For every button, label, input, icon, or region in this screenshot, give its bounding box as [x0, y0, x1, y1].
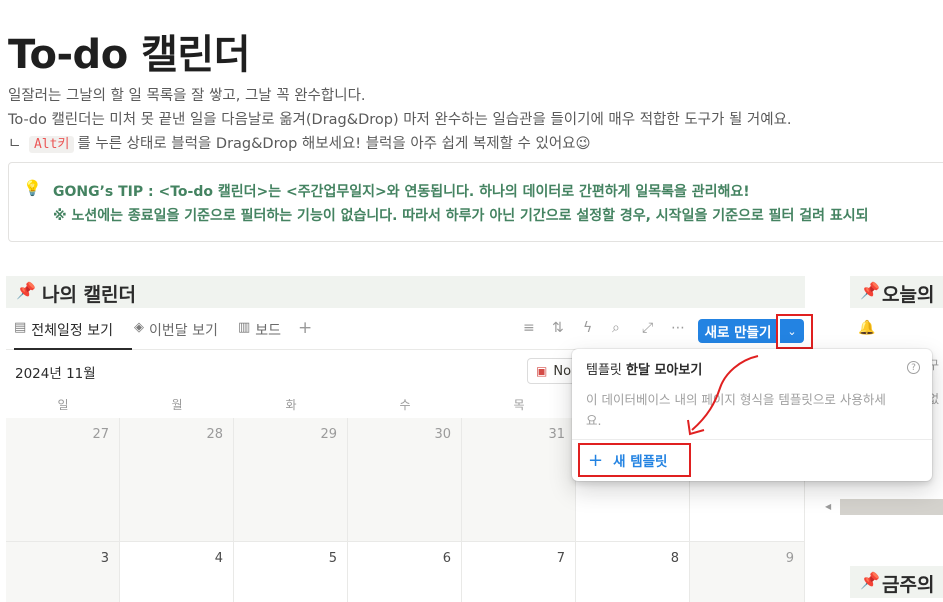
day-cell[interactable]: 9: [690, 542, 805, 602]
expand-icon[interactable]: ⤢: [642, 320, 653, 336]
tab-this-month[interactable]: ◈ 이번달 보기: [134, 320, 218, 350]
day-cell[interactable]: 6: [348, 542, 462, 602]
help-icon[interactable]: ?: [907, 361, 920, 374]
calendar-month-label: 2024년 11월: [15, 366, 96, 382]
day-number: 29: [320, 427, 337, 442]
dropdown-description: 이 데이터베이스 내의 페이지 형식을 템플릿으로 사용하세요.: [586, 392, 886, 428]
search-icon[interactable]: ⌕: [612, 320, 620, 336]
dropdown-divider: [572, 439, 932, 440]
tab-label: 이번달 보기: [149, 323, 218, 339]
dropdown-heading-plain: 템플릿: [586, 363, 627, 378]
day-number: 27: [92, 427, 109, 442]
day-cell[interactable]: 28: [120, 418, 234, 542]
description-line-3: ㄴ Alt키 를 누른 상태로 블럭을 Drag&Drop 해보세요! 블럭을 아…: [8, 132, 591, 153]
day-cell[interactable]: 30: [348, 418, 462, 542]
filter-icon[interactable]: ≡: [523, 320, 535, 336]
dropdown-heading-template-name[interactable]: 한달 모아보기: [626, 363, 702, 378]
day-cell[interactable]: 3: [6, 542, 120, 602]
today-label: No: [553, 363, 572, 379]
day-cell[interactable]: 7: [462, 542, 576, 602]
description-line-3-suffix: 를 누른 상태로 블럭을 Drag&Drop 해보세요! 블럭을 아주 쉽게 복…: [77, 136, 591, 152]
day-number: 5: [328, 551, 337, 566]
section-header-my-calendar: 📌 나의 캘린더: [6, 276, 805, 308]
page-title: To-do 캘린더: [8, 32, 251, 78]
description-line-2: To-do 캘린더는 미처 못 끝낸 일을 다음날로 옮겨(Drag&Drop)…: [8, 112, 792, 128]
day-number: 6: [442, 551, 451, 566]
tab-label: 보드: [255, 323, 282, 339]
pushpin-icon: 📌: [860, 281, 880, 300]
inline-code: Alt키: [28, 136, 75, 153]
highlight-box: [776, 314, 813, 349]
dropdown-heading: 템플릿 한달 모아보기: [586, 359, 702, 378]
description-line-3-prefix: ㄴ: [8, 136, 22, 152]
pushpin-icon: 📌: [16, 281, 36, 300]
weekday-sun: 일: [57, 398, 69, 412]
calendar-today-icon: ▣: [536, 364, 548, 378]
day-number: 28: [206, 427, 223, 442]
section-header-this-week: 📌 금주의: [850, 566, 943, 598]
callout-line-2: ※ 노션에는 종료일을 기준으로 필터하는 기능이 없습니다. 따라서 하루가 …: [53, 208, 869, 224]
section-title: 나의 캘린더: [42, 284, 137, 306]
board-icon: ▥: [238, 320, 251, 335]
lightbulb-icon: 💡: [23, 179, 42, 197]
day-number: 8: [670, 551, 679, 566]
sort-icon[interactable]: ⇅: [552, 320, 564, 336]
day-cell[interactable]: 8: [576, 542, 690, 602]
template-dropdown: 템플릿 한달 모아보기 ? 이 데이터베이스 내의 페이지 형식을 템플릿으로 …: [572, 349, 932, 481]
day-number: 9: [785, 551, 794, 566]
bell-icon: 🔔: [858, 320, 876, 336]
weekday-thu: 목: [513, 398, 525, 412]
tab-board[interactable]: ▥ 보드: [238, 320, 281, 350]
automation-icon[interactable]: ϟ: [583, 320, 592, 336]
day-cell[interactable]: 29: [234, 418, 348, 542]
new-template-button[interactable]: + 새 템플릿: [578, 443, 691, 477]
horizontal-scrollbar[interactable]: [840, 499, 943, 515]
tab-all-schedule[interactable]: ▤ 전체일정 보기: [14, 320, 132, 350]
tip-callout: 💡 GONG’s TIP : <To-do 캘린더>는 <주간업무일지>와 연동…: [8, 162, 943, 242]
day-number: 4: [214, 551, 223, 566]
day-number: 7: [556, 551, 565, 566]
day-number: 3: [100, 551, 109, 566]
day-cell[interactable]: 5: [234, 542, 348, 602]
day-number: 31: [548, 427, 565, 442]
description-line-1: 일잘러는 그날의 할 일 목록을 잘 쌓고, 그날 꼭 완수합니다.: [8, 88, 366, 104]
section-title-today: 오늘의: [882, 284, 935, 306]
layers-icon: ◈: [134, 320, 144, 335]
tab-label: 전체일정 보기: [31, 323, 114, 339]
calendar-icon: ▤: [14, 320, 27, 335]
day-number: 30: [434, 427, 451, 442]
pushpin-icon: 📌: [860, 571, 880, 590]
weekday-tue: 화: [285, 398, 297, 412]
callout-line-1: GONG’s TIP : <To-do 캘린더>는 <주간업무일지>와 연동됩니…: [53, 184, 750, 200]
new-button[interactable]: 새로 만들기: [698, 319, 778, 343]
day-cell[interactable]: 27: [6, 418, 120, 542]
day-cell[interactable]: 31: [462, 418, 576, 542]
section-header-today: 📌 오늘의: [850, 276, 943, 308]
weekday-wed: 수: [399, 398, 411, 412]
more-icon[interactable]: ⋯: [671, 320, 685, 336]
scroll-left-icon[interactable]: ◀: [825, 502, 831, 511]
add-view-button[interactable]: +: [298, 318, 312, 348]
section-title-this-week: 금주의: [882, 574, 935, 596]
plus-icon: +: [588, 449, 604, 471]
weekday-mon: 월: [171, 398, 183, 412]
new-template-label: 새 템플릿: [613, 454, 668, 470]
view-tabs: ▤ 전체일정 보기 ◈ 이번달 보기 ▥ 보드 +: [6, 314, 805, 350]
day-cell[interactable]: 4: [120, 542, 234, 602]
